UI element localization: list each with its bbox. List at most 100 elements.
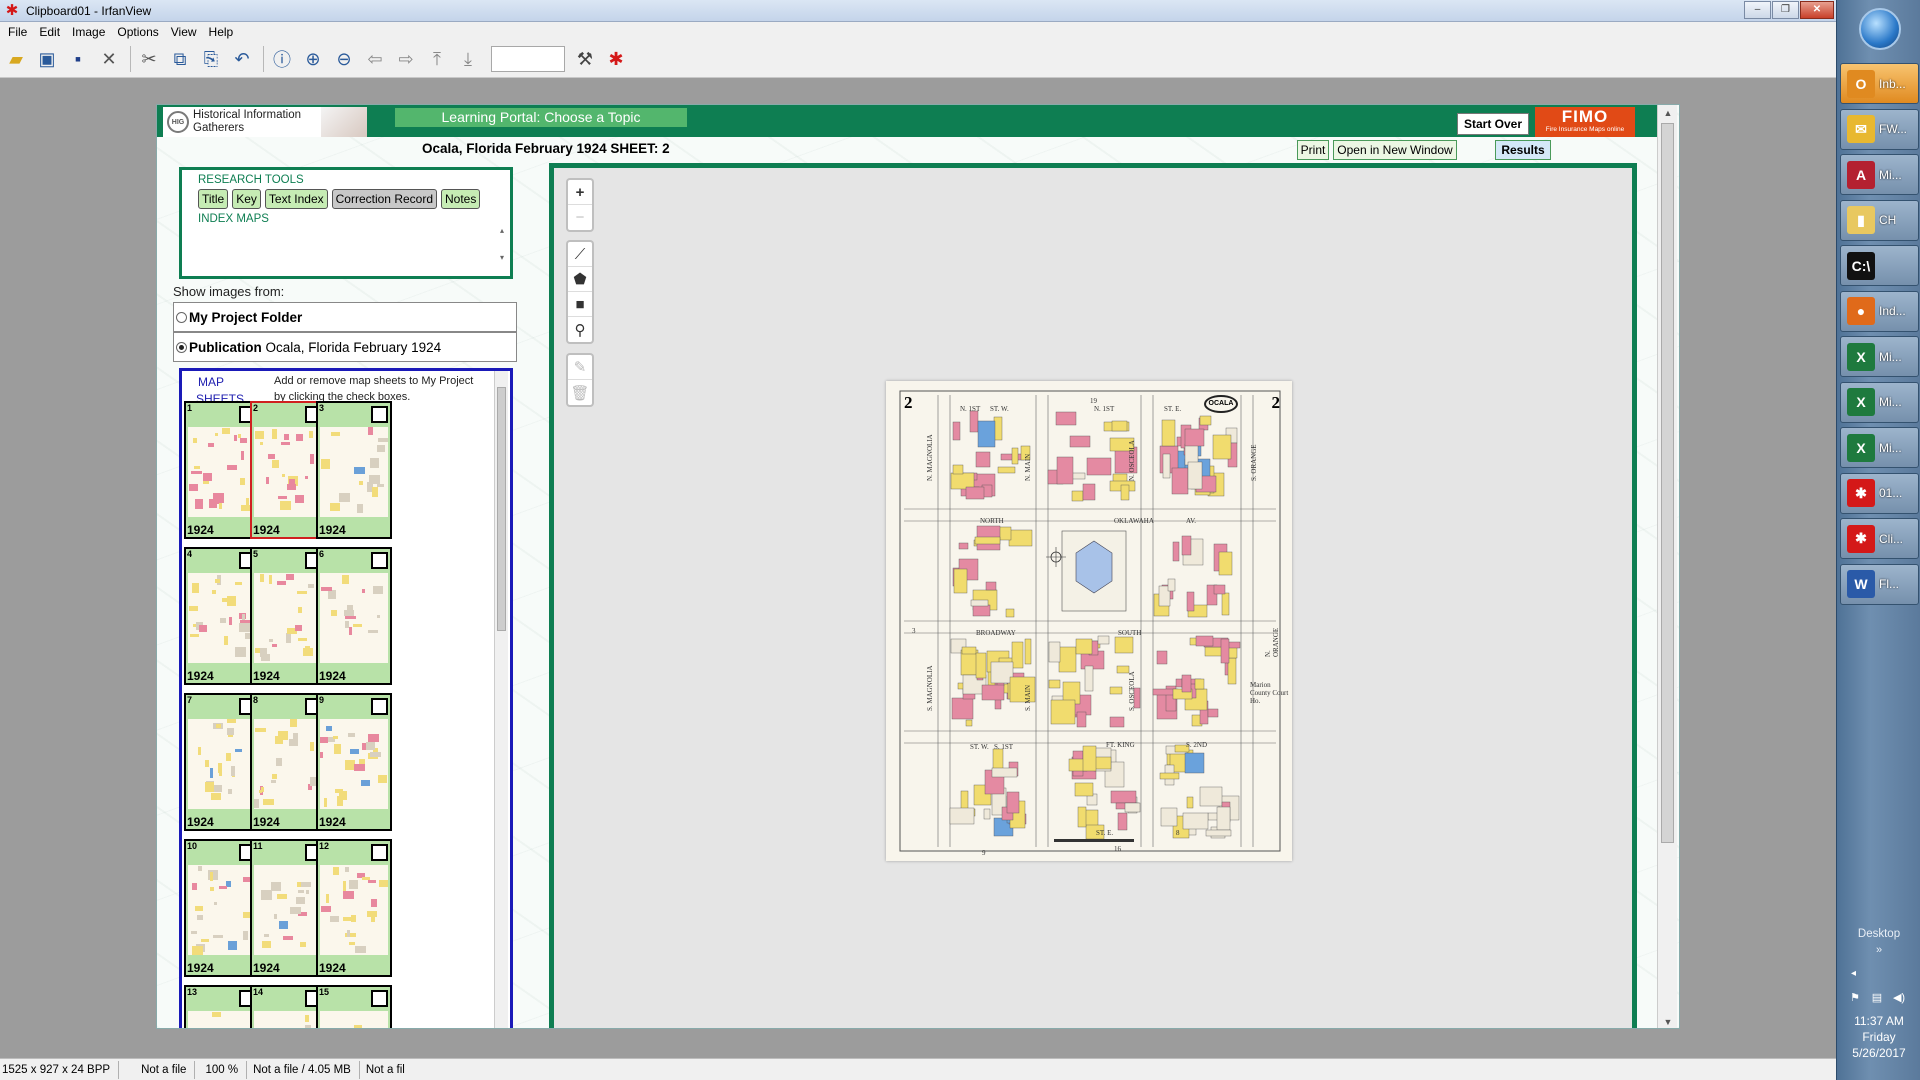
taskbar-item-9[interactable]: X Mi... [1840,427,1919,468]
maximize-button[interactable]: ❐ [1772,1,1799,19]
taskbar-item-11[interactable]: ✱ Cli... [1840,518,1919,559]
menu-options[interactable]: Options [111,25,164,39]
previous-icon[interactable]: ⇦ [361,45,389,73]
last-page-icon[interactable]: ⤓ [454,45,482,73]
close-button[interactable]: ✕ [1800,1,1834,19]
slideshow-icon[interactable]: ▣ [33,45,61,73]
draw-rectangle-icon[interactable]: ■ [568,292,592,317]
undo-icon[interactable]: ↶ [228,45,256,73]
taskbar-item-3[interactable]: A Mi... [1840,154,1919,195]
print-button[interactable]: Print [1297,140,1329,160]
map-sheets-scroll-thumb[interactable] [497,387,506,631]
system-clock[interactable]: 11:37 AM Friday 5/26/2017 [1837,1013,1920,1061]
zoom-in-button[interactable]: + [568,180,592,205]
zoom-in-icon[interactable]: ⊕ [299,45,327,73]
my-project-folder-radio[interactable] [176,311,187,323]
menu-file[interactable]: File [2,25,33,39]
map-sheet-thumbnail-7[interactable]: 7 1924 [184,693,260,831]
paste-icon[interactable]: ⎘ [197,45,225,73]
volume-icon[interactable]: ◀) [1891,990,1907,1006]
map-sheet-thumbnail-14[interactable]: 14 [250,985,326,1028]
save-icon[interactable]: ▪ [64,45,92,73]
start-button[interactable] [1859,8,1901,50]
taskbar-item-12[interactable]: W Fl... [1840,563,1919,605]
add-to-project-checkbox[interactable] [371,552,388,569]
delete-icon[interactable]: ✕ [95,45,123,73]
page-scrollbar[interactable]: ▲ ▼ [1657,105,1678,1028]
page-scroll-thumb[interactable] [1661,123,1674,843]
next-icon[interactable]: ⇨ [392,45,420,73]
map-viewer[interactable]: + − ⟋ ⬟ ■ ⚲ ✎ 🗑 2 2 OCALA 19 N. 1ST ST. W.… [549,163,1637,1028]
minimize-button[interactable]: – [1744,1,1771,19]
my-project-folder-option[interactable]: My Project Folder [173,302,517,332]
draw-line-icon[interactable]: ⟋ [568,242,592,267]
draw-polygon-icon[interactable]: ⬟ [568,267,592,292]
text-index-button[interactable]: Text Index [264,189,328,209]
map-sheet-thumbnail-2[interactable]: 2 1924 [250,401,326,539]
map-sheet-thumbnail-15[interactable]: 15 [316,985,392,1028]
network-icon[interactable]: ▤ [1869,990,1885,1006]
desktop-label[interactable]: Desktop [1837,928,1920,940]
taskbar-item-4[interactable]: ▮ CH [1840,199,1919,241]
map-sheet-thumbnail-9[interactable]: 9 1924 [316,693,392,831]
tray-expand-icon[interactable]: ◂ [1851,968,1856,979]
map-sheet-thumbnail-13[interactable]: 13 [184,985,260,1028]
add-to-project-checkbox[interactable] [371,406,388,423]
taskbar-item-5[interactable]: C:\ [1840,245,1919,286]
start-over-button[interactable]: Start Over [1457,113,1529,135]
map-sheet-thumbnail-11[interactable]: 11 1924 [250,839,326,977]
open-new-window-button[interactable]: Open in New Window [1333,140,1457,160]
taskbar-item-1[interactable]: O Inb... [1840,63,1919,104]
menu-help[interactable]: Help [203,25,240,39]
fimo-logo[interactable]: FIMO Fire Insurance Maps online [1535,107,1635,137]
results-button[interactable]: Results [1495,140,1551,160]
title-button[interactable]: Title [198,189,229,209]
cut-icon[interactable]: ✂ [135,45,163,73]
taskbar-item-2[interactable]: ✉ FW... [1840,108,1919,150]
scroll-down-arrow[interactable]: ▼ [1658,1014,1678,1028]
title-bar[interactable]: ✱ Clipboard01 - IrfanView – ❐ ✕ [0,0,1836,22]
scroll-up-arrow[interactable]: ▲ [1658,105,1678,121]
add-to-project-checkbox[interactable] [371,698,388,715]
draw-marker-icon[interactable]: ⚲ [568,317,592,342]
map-sheet-thumbnail-3[interactable]: 3 1924 [316,401,392,539]
correction-record-button[interactable]: Correction Record [331,189,437,209]
publication-radio[interactable] [176,341,187,353]
taskbar-item-8[interactable]: X Mi... [1840,381,1919,423]
map-sheet-thumbnail-8[interactable]: 8 1924 [250,693,326,831]
sanborn-map-sheet[interactable]: 2 2 OCALA 19 N. 1ST ST. W. N. 1ST ST. E. NORT… [886,381,1292,861]
zoom-out-icon[interactable]: ⊖ [330,45,358,73]
publication-option[interactable]: Publication Ocala, Florida February 1924 [173,332,517,362]
add-to-project-checkbox[interactable] [371,844,388,861]
taskbar-item-10[interactable]: ✱ 01... [1840,472,1919,514]
add-to-project-checkbox[interactable] [371,990,388,1007]
map-sheet-thumbnail-1[interactable]: 1 1924 [184,401,260,539]
map-sheet-thumbnail-4[interactable]: 4 1924 [184,547,260,685]
delete-layers-icon[interactable]: 🗑 [568,380,592,405]
flag-icon[interactable]: ⚑ [1847,990,1863,1006]
menu-edit[interactable]: Edit [33,25,66,39]
notes-button[interactable]: Notes [441,189,481,209]
map-sheet-thumbnail-10[interactable]: 10 1924 [184,839,260,977]
menu-image[interactable]: Image [66,25,111,39]
desktop-chevron-icon[interactable]: » [1837,944,1920,956]
zoom-out-button[interactable]: − [568,205,592,230]
taskbar-item-6[interactable]: ● Ind... [1840,290,1919,332]
map-sheet-thumbnail-12[interactable]: 12 1924 [316,839,392,977]
paint-icon[interactable]: ✱ [602,45,630,73]
info-icon[interactable]: ⓘ [268,45,296,73]
copy-icon[interactable]: ⧉ [166,45,194,73]
key-button[interactable]: Key [232,189,261,209]
hig-logo[interactable]: HIG Historical Information Gatherers [163,107,367,137]
menu-view[interactable]: View [165,25,203,39]
map-sheets-scrollbar[interactable] [494,371,508,1028]
taskbar-item-7[interactable]: X Mi... [1840,336,1919,377]
map-sheet-thumbnail-5[interactable]: 5 1924 [250,547,326,685]
learning-portal-link[interactable]: Learning Portal: Choose a Topic [395,108,687,127]
map-sheet-thumbnail-6[interactable]: 6 1924 [316,547,392,685]
settings-icon[interactable]: ⚒ [571,45,599,73]
open-folder-icon[interactable]: ▰ [2,45,30,73]
edit-layers-icon[interactable]: ✎ [568,355,592,380]
page-number-input[interactable] [491,46,565,72]
first-page-icon[interactable]: ⤒ [423,45,451,73]
